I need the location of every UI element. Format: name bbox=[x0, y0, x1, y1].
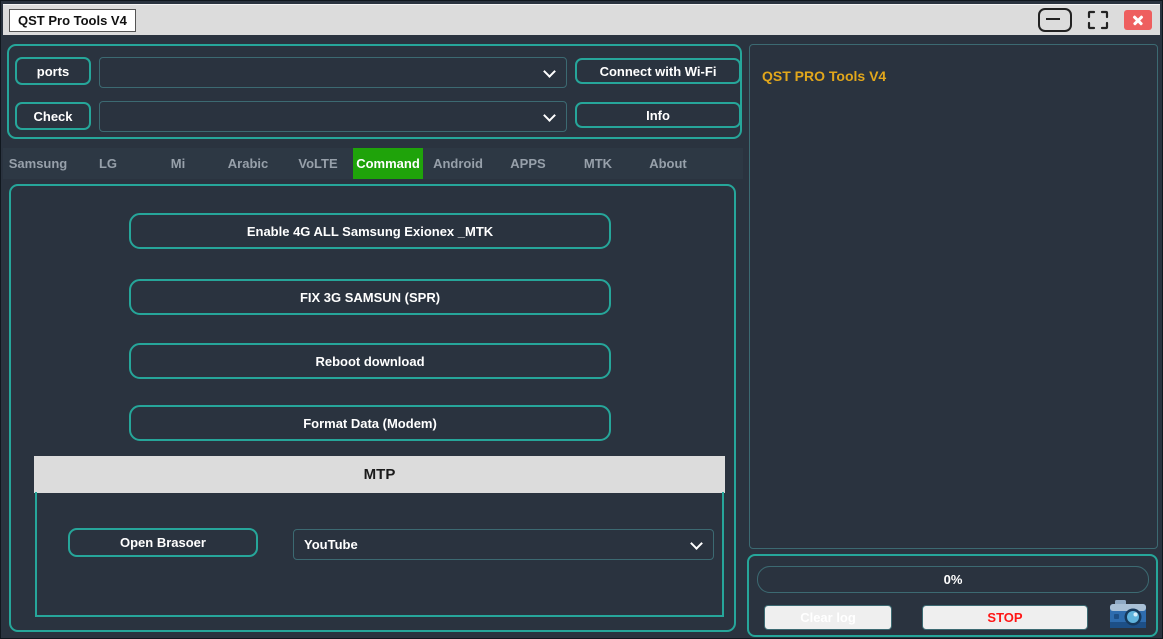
open-brasoer-button[interactable]: Open Brasoer bbox=[68, 528, 258, 557]
tab-lg[interactable]: LG bbox=[73, 148, 143, 179]
tab-about[interactable]: About bbox=[633, 148, 703, 179]
chevron-down-icon bbox=[543, 65, 556, 78]
tab-samsung[interactable]: Samsung bbox=[3, 148, 73, 179]
tab-android[interactable]: Android bbox=[423, 148, 493, 179]
tab-command[interactable]: Command bbox=[353, 148, 423, 179]
footer-panel: 0% Clear log STOP bbox=[747, 554, 1158, 637]
mtp-section: Open Brasoer YouTube bbox=[35, 492, 724, 617]
enable-4g-button[interactable]: Enable 4G ALL Samsung Exionex _MTK bbox=[129, 213, 611, 249]
tab-arabic[interactable]: Arabic bbox=[213, 148, 283, 179]
close-button[interactable] bbox=[1124, 10, 1152, 30]
window-controls bbox=[1038, 5, 1152, 35]
log-panel: QST PRO Tools V4 bbox=[749, 44, 1158, 549]
app-select[interactable]: YouTube bbox=[293, 529, 714, 560]
tab-volte[interactable]: VoLTE bbox=[283, 148, 353, 179]
reboot-download-button[interactable]: Reboot download bbox=[129, 343, 611, 379]
port-select[interactable] bbox=[99, 57, 567, 88]
app-window: QST Pro Tools V4 ports bbox=[0, 0, 1163, 639]
chevron-down-icon bbox=[543, 109, 556, 122]
format-data-button[interactable]: Format Data (Modem) bbox=[129, 405, 611, 441]
tab-mi[interactable]: Mi bbox=[143, 148, 213, 179]
progress-bar: 0% bbox=[757, 566, 1149, 593]
camera-icon bbox=[1109, 598, 1147, 631]
check-button[interactable]: Check bbox=[15, 102, 91, 130]
log-title: QST PRO Tools V4 bbox=[762, 68, 886, 84]
app-select-value: YouTube bbox=[304, 537, 358, 552]
command-panel: Enable 4G ALL Samsung Exionex _MTK FIX 3… bbox=[9, 184, 736, 632]
titlebar: QST Pro Tools V4 bbox=[3, 4, 1160, 35]
screenshot-button[interactable] bbox=[1109, 598, 1147, 631]
fix-3g-button[interactable]: FIX 3G SAMSUN (SPR) bbox=[129, 279, 611, 315]
minimize-button[interactable] bbox=[1038, 8, 1072, 32]
mtp-section-header: MTP bbox=[34, 456, 725, 493]
connection-panel: ports Connect with Wi-Fi Check Info bbox=[7, 44, 742, 139]
info-button[interactable]: Info bbox=[575, 102, 741, 128]
tab-bar: Samsung LG Mi Arabic VoLTE Command Andro… bbox=[3, 148, 743, 179]
tab-apps[interactable]: APPS bbox=[493, 148, 563, 179]
chevron-down-icon bbox=[690, 537, 703, 550]
stop-button[interactable]: STOP bbox=[922, 605, 1088, 630]
connect-wifi-button[interactable]: Connect with Wi-Fi bbox=[575, 58, 741, 84]
window-title: QST Pro Tools V4 bbox=[9, 9, 136, 32]
clear-log-button[interactable]: Clear log bbox=[764, 605, 892, 630]
maximize-button[interactable] bbox=[1087, 10, 1109, 30]
tab-mtk[interactable]: MTK bbox=[563, 148, 633, 179]
model-select[interactable] bbox=[99, 101, 567, 132]
maximize-icon bbox=[1087, 10, 1109, 30]
ports-button[interactable]: ports bbox=[15, 57, 91, 85]
